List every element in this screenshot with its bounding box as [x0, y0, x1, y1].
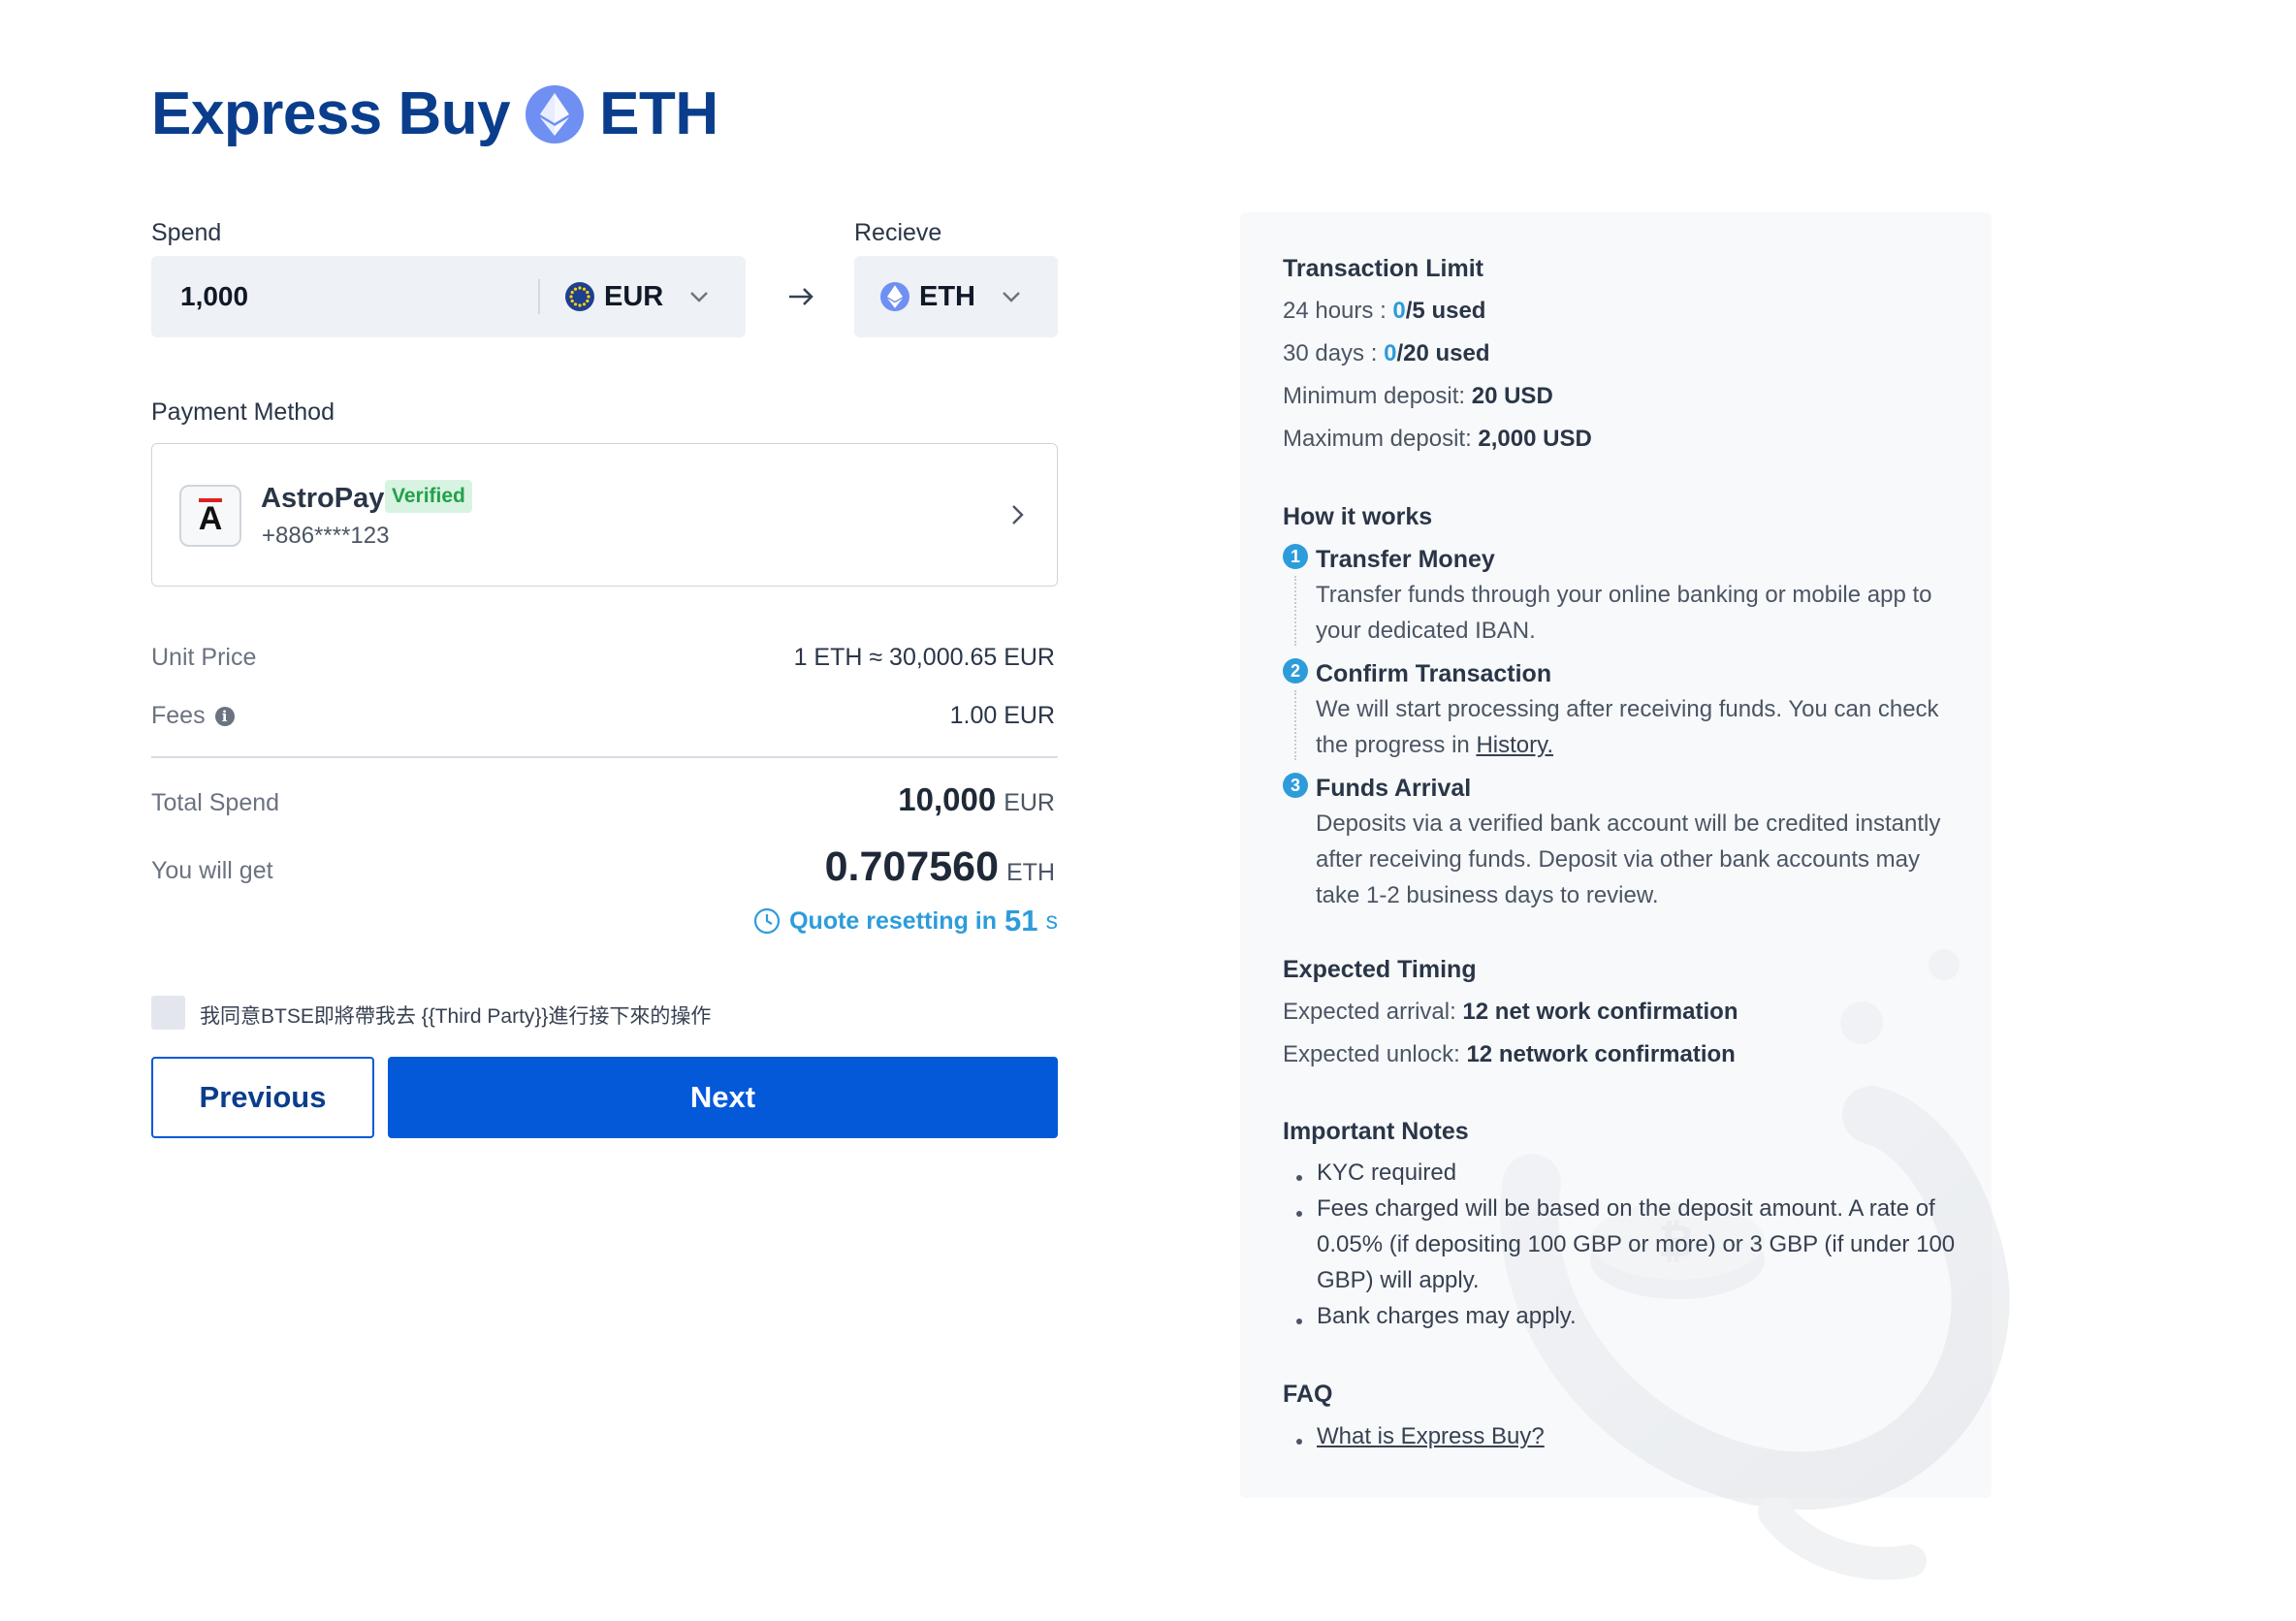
important-notes-title: Important Notes: [1283, 1118, 1469, 1145]
quote-seconds-unit: s: [1045, 906, 1059, 935]
min-deposit-label: Minimum deposit:: [1283, 383, 1466, 409]
min-deposit: Minimum deposit: 20 USD: [1283, 383, 1553, 410]
step-number: 1: [1283, 544, 1308, 569]
step-title: Funds Arrival: [1316, 775, 1472, 802]
clock-icon: [754, 907, 781, 935]
spend-field[interactable]: 1,000 EUR: [151, 256, 746, 337]
eur-flag-icon: [565, 282, 594, 311]
fees-label-row: Fees i: [151, 702, 235, 730]
you-will-get-unit: ETH: [1006, 859, 1055, 886]
ethereum-icon: [880, 282, 909, 311]
bullet: [1296, 1439, 1302, 1445]
step-number: 3: [1283, 773, 1308, 798]
bullet: [1296, 1319, 1302, 1324]
field-divider: [538, 279, 540, 314]
payment-method-card[interactable]: A AstroPay Verified +886****123: [151, 443, 1058, 587]
you-will-get-value: 0.707560 ETH: [825, 843, 1055, 891]
chevron-down-icon: [690, 292, 709, 302]
receive-currency-group: ETH: [880, 281, 1024, 313]
limit-24h: 24 hours : 0/5 used: [1283, 298, 1485, 325]
receive-label: Recieve: [854, 219, 942, 246]
page-title-text: Express Buy: [151, 80, 511, 147]
spend-label: Spend: [151, 219, 222, 246]
step-body: Deposits via a verified bank account wil…: [1316, 810, 1941, 908]
info-icon[interactable]: i: [214, 707, 235, 726]
faq-title: FAQ: [1283, 1381, 1333, 1408]
expected-arrival-label: Expected arrival:: [1283, 999, 1456, 1025]
page-title-coin: ETH: [599, 80, 718, 147]
unit-price-value: 1 ETH ≈ 30,000.65 EUR: [793, 644, 1055, 671]
you-will-get-label: You will get: [151, 857, 273, 884]
expected-arrival: Expected arrival: 12 net work confirmati…: [1283, 999, 1738, 1026]
chevron-right-icon: [1012, 505, 1024, 524]
bullet: [1296, 1175, 1302, 1181]
agree-checkbox[interactable]: [151, 996, 185, 1030]
chevron-down-icon: [1003, 292, 1020, 302]
max-deposit-label: Maximum deposit:: [1283, 426, 1472, 452]
limit-30d: 30 days : 0/20 used: [1283, 340, 1489, 367]
total-spend-unit: EUR: [1004, 789, 1055, 816]
limit-30d-used: 0: [1384, 340, 1397, 366]
receive-currency-select[interactable]: ETH: [854, 256, 1058, 337]
agree-text: 我同意BTSE即將帶我去 {{Third Party}}進行接下來的操作: [200, 1005, 712, 1028]
step-title: Confirm Transaction: [1316, 660, 1552, 687]
expected-unlock-value: 12 network confirmation: [1466, 1041, 1736, 1067]
limit-24h-label: 24 hours :: [1283, 298, 1387, 324]
bullet: [1296, 1211, 1302, 1217]
faq-link[interactable]: What is Express Buy?: [1317, 1418, 1545, 1454]
step-body: Transfer funds through your online banki…: [1316, 582, 1932, 644]
fees-value: 1.00 EUR: [949, 702, 1055, 729]
step-body: We will start processing after receiving…: [1316, 696, 1939, 758]
step-title: Transfer Money: [1316, 546, 1495, 573]
history-link[interactable]: History.: [1476, 732, 1553, 758]
transaction-limit-title: Transaction Limit: [1283, 255, 1483, 282]
payment-provider-name: AstroPay: [261, 483, 385, 514]
step-body-group: We will start processing after receiving…: [1316, 691, 1956, 763]
min-deposit-value: 20 USD: [1471, 383, 1553, 409]
total-spend-value: 10,000 EUR: [898, 781, 1055, 818]
unit-price-label: Unit Price: [151, 644, 257, 671]
note-item: KYC required: [1317, 1160, 1457, 1186]
payment-account: +886****123: [262, 523, 390, 549]
receive-currency-label: ETH: [919, 280, 975, 312]
limit-30d-label: 30 days :: [1283, 340, 1378, 366]
spend-amount-input[interactable]: 1,000: [180, 281, 248, 312]
step-connector: [1294, 576, 1296, 646]
how-it-works-title: How it works: [1283, 503, 1433, 530]
quote-seconds: 51: [1004, 904, 1038, 938]
astropay-logo-letter: A: [198, 498, 223, 537]
total-spend-label: Total Spend: [151, 789, 280, 816]
quote-text: Quote resetting in: [789, 906, 998, 935]
spend-currency-select[interactable]: EUR: [565, 281, 712, 313]
step-number: 2: [1283, 658, 1308, 683]
step-connector: [1294, 690, 1296, 760]
ethereum-icon: [526, 84, 585, 143]
note-item: Bank charges may apply.: [1317, 1303, 1577, 1329]
limit-24h-used: 0: [1392, 298, 1406, 324]
previous-button[interactable]: Previous: [151, 1057, 374, 1138]
expected-timing-title: Expected Timing: [1283, 956, 1477, 983]
fees-label: Fees: [151, 702, 206, 729]
expected-unlock-label: Expected unlock:: [1283, 1041, 1460, 1067]
expected-arrival-value: 12 net work confirmation: [1462, 999, 1738, 1025]
next-button[interactable]: Next: [388, 1057, 1058, 1138]
payment-method-label: Payment Method: [151, 398, 335, 426]
verified-badge: Verified: [385, 480, 472, 513]
max-deposit: Maximum deposit: 2,000 USD: [1283, 426, 1592, 453]
limit-30d-rest: /20 used: [1396, 340, 1490, 366]
limit-24h-rest: /5 used: [1405, 298, 1486, 324]
total-spend-amount: 10,000: [898, 781, 997, 817]
note-item: Fees charged will be based on the deposi…: [1317, 1195, 1956, 1293]
max-deposit-value: 2,000 USD: [1478, 426, 1592, 452]
you-will-get-amount: 0.707560: [824, 843, 999, 890]
page-title: Express Buy ETH: [151, 79, 718, 148]
arrow-right-icon: [789, 288, 813, 305]
divider: [151, 756, 1058, 758]
quote-timer: Quote resetting in 51 s: [752, 904, 1058, 938]
spend-currency-label: EUR: [604, 280, 664, 312]
expected-unlock: Expected unlock: 12 network confirmation: [1283, 1041, 1736, 1068]
astropay-logo: A: [179, 485, 241, 547]
